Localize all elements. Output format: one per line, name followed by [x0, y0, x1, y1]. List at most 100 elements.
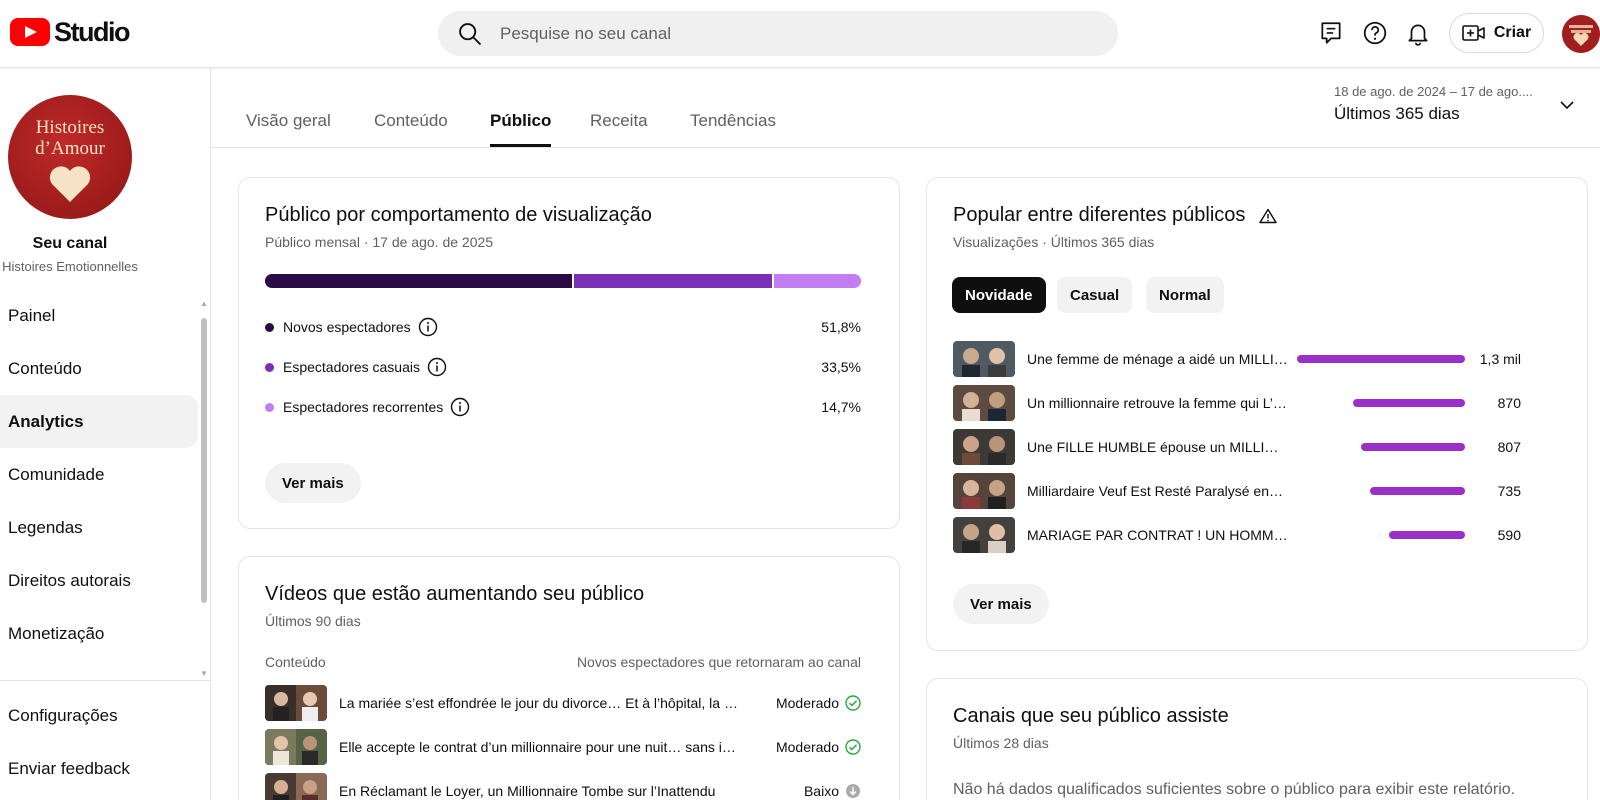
tab-publico[interactable]: Público	[490, 111, 552, 147]
video-title[interactable]: Un millionnaire retrouve la femme qui L’…	[1027, 395, 1289, 411]
video-title[interactable]: En Réclamant le Loyer, un Millionnaire T…	[339, 783, 739, 799]
legend-dot	[265, 322, 274, 332]
search-bar[interactable]: Pesquise no seu canal	[438, 11, 1118, 56]
date-range-dates: 18 de ago. de 2024 – 17 de ago....	[1334, 84, 1533, 99]
tab-conteudo[interactable]: Conteúdo	[374, 111, 448, 147]
video-title[interactable]: La mariée s’est effondrée le jour du div…	[339, 695, 739, 711]
level-indicator: Baixo	[804, 783, 861, 799]
video-thumbnail[interactable]	[265, 729, 327, 765]
logo-text: Studio	[54, 16, 130, 47]
scroll-up-icon[interactable]: ▲	[200, 299, 208, 308]
sidebar-item-monetizacao[interactable]: Monetização	[0, 607, 198, 660]
chip-casual[interactable]: Casual	[1057, 277, 1133, 313]
sidebar-item-conteudo[interactable]: Conteúdo	[0, 342, 198, 395]
segment-3	[773, 274, 861, 288]
growing-table-header: Conteúdo Novos espectadores que retornar…	[265, 654, 861, 670]
level-indicator: Moderado	[776, 695, 861, 711]
video-thumbnail[interactable]	[265, 773, 327, 800]
sidebar-item-painel[interactable]: Painel	[0, 289, 198, 342]
growing-card-subtitle: Últimos 90 dias	[265, 613, 361, 629]
list-item[interactable]: Une FILLE HUMBLE épouse un MILLIONNAIRE……	[953, 428, 1553, 466]
video-title[interactable]: Une FILLE HUMBLE épouse un MILLIONNAIRE…	[1027, 439, 1289, 455]
table-row[interactable]: Elle accepte le contrat d’un millionnair…	[265, 728, 861, 766]
notifications-icon[interactable]	[1405, 20, 1431, 46]
chip-normal[interactable]: Normal	[1146, 277, 1224, 313]
top-bar: Studio Pesquise no seu canal Criar	[0, 0, 1600, 68]
video-thumbnail[interactable]	[953, 385, 1015, 421]
tab-receita[interactable]: Receita	[590, 111, 648, 147]
viewer-segment-bar	[265, 274, 861, 288]
table-row[interactable]: La mariée s’est effondrée le jour du div…	[265, 684, 861, 722]
create-button[interactable]: Criar	[1449, 13, 1544, 53]
chevron-down-icon[interactable]	[1560, 100, 1574, 110]
info-icon[interactable]	[427, 357, 447, 377]
video-title[interactable]: MARIAGE PAR CONTRAT ! UN HOMME RICHE…	[1027, 527, 1289, 543]
video-title[interactable]: Milliardaire Veuf Est Resté Paralysé en…	[1027, 483, 1289, 499]
sidebar-item-comunidade[interactable]: Comunidade	[0, 448, 198, 501]
channels-card-subtitle: Últimos 28 dias	[953, 735, 1049, 751]
views-bar	[1370, 487, 1465, 495]
sidebar-item-configuracoes[interactable]: Configurações	[0, 689, 198, 742]
video-thumbnail[interactable]	[953, 341, 1015, 377]
growing-videos-card: Vídeos que estão aumentando seu público …	[238, 556, 900, 800]
info-icon[interactable]	[450, 397, 470, 417]
create-video-icon	[1462, 25, 1485, 41]
list-item[interactable]: MARIAGE PAR CONTRAT ! UN HOMME RICHE… 59…	[953, 516, 1553, 554]
video-title[interactable]: Une femme de ménage a aidé un MILLIONNAI…	[1027, 351, 1289, 367]
views-bar-track	[1297, 487, 1465, 495]
list-item[interactable]: Milliardaire Veuf Est Resté Paralysé en……	[953, 472, 1553, 510]
views-bar-track	[1297, 399, 1465, 407]
see-more-button[interactable]: Ver mais	[953, 584, 1049, 624]
views-bar-track	[1297, 443, 1465, 451]
sidebar-bottom-nav: Configurações Enviar feedback	[0, 689, 198, 795]
channel-avatar[interactable]: Histoires d’Amour	[8, 95, 132, 219]
video-title[interactable]: Elle accepte le contrat d’un millionnair…	[339, 739, 739, 755]
column-header-content[interactable]: Conteúdo	[265, 654, 326, 670]
views-bar	[1388, 531, 1465, 539]
level-indicator: Moderado	[776, 739, 861, 755]
views-value: 807	[1497, 439, 1521, 455]
views-bar-track	[1297, 531, 1465, 539]
video-thumbnail[interactable]	[953, 517, 1015, 553]
feedback-icon[interactable]	[1318, 20, 1344, 46]
your-channel-label: Seu canal	[32, 235, 108, 252]
sidebar-item-legendas[interactable]: Legendas	[0, 501, 198, 554]
create-label: Criar	[1493, 24, 1532, 41]
see-more-button[interactable]: Ver mais	[265, 463, 361, 503]
list-item[interactable]: Un millionnaire retrouve la femme qui L’…	[953, 384, 1553, 422]
info-icon[interactable]	[418, 317, 438, 337]
account-avatar[interactable]	[1562, 15, 1600, 53]
scrollbar-thumb[interactable]	[201, 318, 207, 603]
search-input[interactable]: Pesquise no seu canal	[500, 24, 671, 44]
views-value: 870	[1497, 395, 1521, 411]
views-bar-track	[1297, 355, 1465, 363]
views-value: 735	[1497, 483, 1521, 499]
youtube-studio-logo[interactable]: Studio	[10, 16, 130, 48]
tab-tendencias[interactable]: Tendências	[690, 111, 776, 147]
level-label: Moderado	[775, 739, 839, 755]
views-bar	[1352, 399, 1465, 407]
table-row[interactable]: En Réclamant le Loyer, un Millionnaire T…	[265, 772, 861, 800]
column-header-returning-viewers[interactable]: Novos espectadores que retornaram ao can…	[577, 654, 861, 670]
arrow-down-circle-icon	[846, 784, 860, 798]
sidebar: Histoires d’Amour Seu canal Histoires Em…	[0, 68, 211, 800]
sidebar-item-direitos-autorais[interactable]: Direitos autorais	[0, 554, 198, 607]
tab-visao-geral[interactable]: Visão geral	[246, 111, 331, 147]
date-range-picker[interactable]: 18 de ago. de 2024 – 17 de ago.... Últim…	[1334, 84, 1534, 124]
video-thumbnail[interactable]	[953, 429, 1015, 465]
sidebar-divider	[0, 680, 211, 681]
list-item[interactable]: Une femme de ménage a aidé un MILLIONNAI…	[953, 340, 1553, 378]
sidebar-item-enviar-feedback[interactable]: Enviar feedback	[0, 742, 198, 795]
behavior-card-title: Público por comportamento de visualizaçã…	[265, 204, 652, 226]
popular-card-title: Popular entre diferentes públicos	[953, 204, 1246, 226]
scroll-down-icon[interactable]: ▼	[200, 669, 208, 678]
video-thumbnail[interactable]	[265, 685, 327, 721]
avatar-text-line1: Histoires	[35, 117, 105, 138]
chip-novidade[interactable]: Novidade	[952, 277, 1046, 313]
sidebar-scrollbar[interactable]: ▲ ▼	[200, 299, 208, 678]
sidebar-item-analytics[interactable]: Analytics	[0, 395, 198, 448]
help-icon[interactable]	[1362, 20, 1388, 46]
video-thumbnail[interactable]	[953, 473, 1015, 509]
legend-value: 33,5%	[821, 359, 861, 375]
warning-icon[interactable]	[1259, 208, 1278, 224]
